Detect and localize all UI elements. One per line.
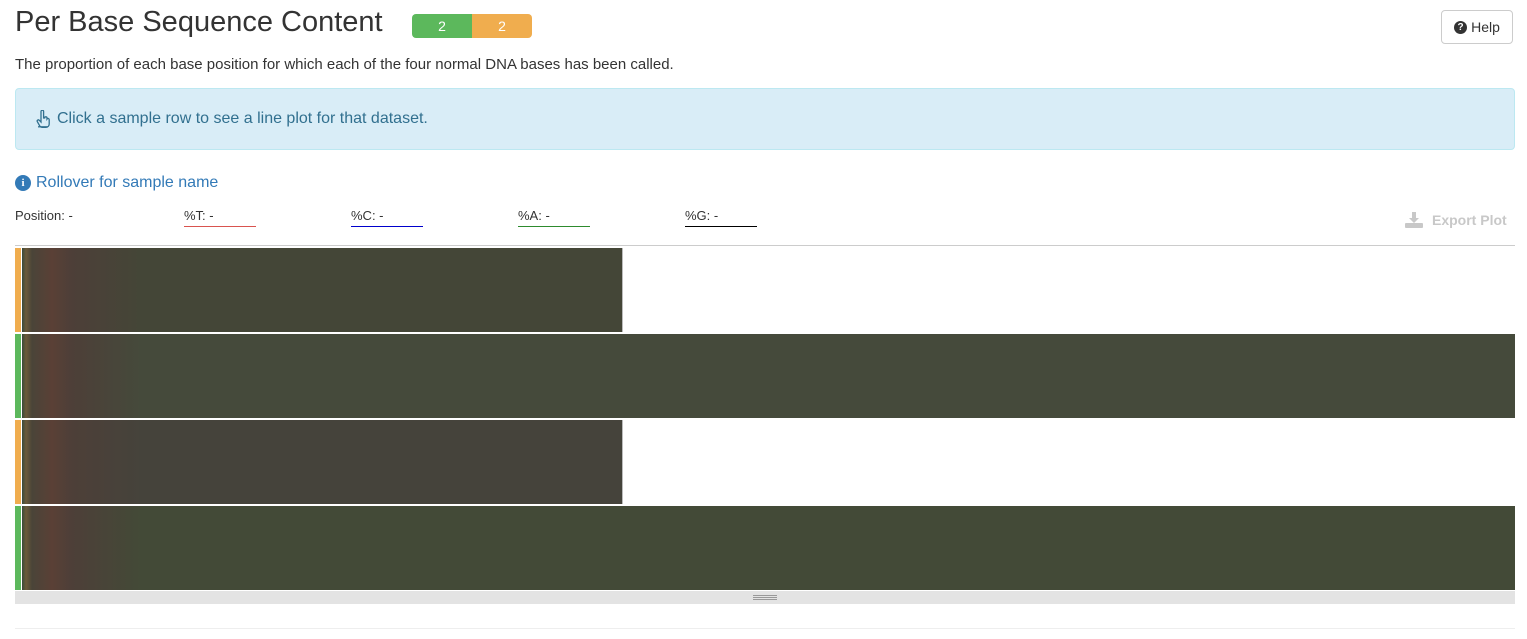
rollover-text: Rollover for sample name — [36, 174, 219, 191]
sample-status-indicator — [15, 334, 21, 418]
c-percent-readout: %C: - — [351, 208, 423, 227]
info-alert: Click a sample row to see a line plot fo… — [15, 88, 1515, 150]
grip-icon — [753, 595, 777, 600]
heatmap-sample-row[interactable] — [15, 334, 1515, 418]
heatmap-sample-row[interactable] — [15, 248, 1515, 332]
download-icon — [1405, 212, 1423, 228]
sample-status-indicator — [15, 506, 21, 590]
sample-heatmap-bar[interactable] — [22, 420, 622, 504]
help-button[interactable]: ? Help — [1441, 10, 1513, 44]
sample-heatmap-bar[interactable] — [22, 506, 1515, 590]
warn-count-badge[interactable]: 2 — [472, 14, 532, 38]
hand-pointer-icon — [36, 110, 50, 128]
position-readout: Position: - — [15, 208, 73, 223]
section-description: The proportion of each base position for… — [15, 56, 674, 73]
sample-status-indicator — [15, 420, 21, 504]
t-percent-readout: %T: - — [184, 208, 256, 227]
sample-heatmap-bar[interactable] — [22, 248, 622, 332]
status-badges: 2 2 — [412, 14, 532, 38]
sample-heatmap-bar[interactable] — [22, 334, 1515, 418]
row-divider — [622, 420, 623, 504]
export-plot-button[interactable]: Export Plot — [1404, 211, 1507, 229]
rollover-hint: i Rollover for sample name — [15, 174, 218, 192]
page-title: Per Base Sequence Content — [15, 6, 383, 38]
question-circle-icon: ? — [1454, 20, 1468, 34]
help-button-label: Help — [1471, 19, 1500, 35]
heatmap-sample-row[interactable] — [15, 420, 1515, 504]
plot-resize-handle[interactable] — [15, 591, 1515, 604]
row-divider — [622, 248, 623, 332]
alert-text: Click a sample row to see a line plot fo… — [57, 110, 428, 127]
export-plot-label: Export Plot — [1432, 212, 1507, 228]
g-percent-readout: %G: - — [685, 208, 757, 227]
heatmap-sample-row[interactable] — [15, 506, 1515, 590]
sample-status-indicator — [15, 248, 21, 332]
pass-count-badge[interactable]: 2 — [412, 14, 472, 38]
a-percent-readout: %A: - — [518, 208, 590, 227]
sequence-content-heatmap[interactable] — [15, 245, 1515, 592]
info-icon: i — [15, 175, 31, 191]
section-divider — [15, 628, 1515, 629]
